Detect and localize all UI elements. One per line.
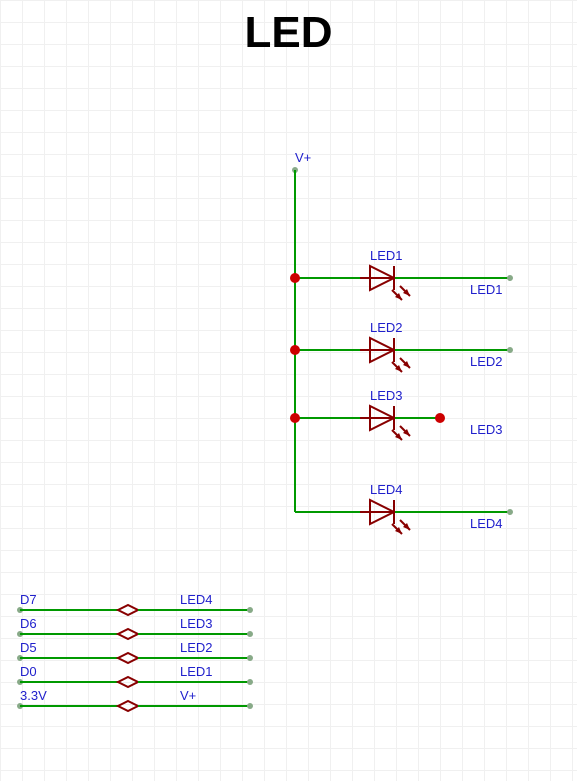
conn2-diamond-icon xyxy=(118,653,138,663)
led3-net: LED3 xyxy=(470,422,503,437)
conn3-right-label: LED1 xyxy=(180,664,213,679)
led4-net: LED4 xyxy=(470,516,503,531)
conn4-diamond-icon xyxy=(118,701,138,711)
conn4-right-label: V+ xyxy=(180,688,196,703)
conn2-right-pin xyxy=(247,655,253,661)
led3-ref: LED3 xyxy=(370,388,403,403)
conn3-left-label: D0 xyxy=(20,664,37,679)
schematic-svg: V+ LED1 LED1 xyxy=(0,0,577,781)
led-symbol-4 xyxy=(370,500,410,534)
conn1-left-label: D6 xyxy=(20,616,37,631)
conn2-right-label: LED2 xyxy=(180,640,213,655)
conn1-right-label: LED3 xyxy=(180,616,213,631)
led2-net: LED2 xyxy=(470,354,503,369)
conn4-right-pin xyxy=(247,703,253,709)
conn1-diamond-icon xyxy=(118,629,138,639)
conn2-left-label: D5 xyxy=(20,640,37,655)
conn0-right-label: LED4 xyxy=(180,592,213,607)
led4-ref: LED4 xyxy=(370,482,403,497)
conn4-left-label: 3.3V xyxy=(20,688,47,703)
led3-junction xyxy=(290,413,300,423)
led-symbol-3 xyxy=(370,406,410,440)
led4-terminal xyxy=(507,509,513,515)
led1-ref: LED1 xyxy=(370,248,403,263)
conn0-diamond-icon xyxy=(118,605,138,615)
led2-terminal xyxy=(507,347,513,353)
led-symbol-1 xyxy=(370,266,410,300)
vplus-label: V+ xyxy=(295,150,311,165)
led-symbol-2 xyxy=(370,338,410,372)
conn0-left-label: D7 xyxy=(20,592,37,607)
led1-terminal xyxy=(507,275,513,281)
led2-ref: LED2 xyxy=(370,320,403,335)
conn3-right-pin xyxy=(247,679,253,685)
led2-junction xyxy=(290,345,300,355)
conn0-right-pin xyxy=(247,607,253,613)
led1-junction xyxy=(290,273,300,283)
led3-extra-junction xyxy=(435,413,445,423)
conn1-right-pin xyxy=(247,631,253,637)
led1-net: LED1 xyxy=(470,282,503,297)
conn3-diamond-icon xyxy=(118,677,138,687)
